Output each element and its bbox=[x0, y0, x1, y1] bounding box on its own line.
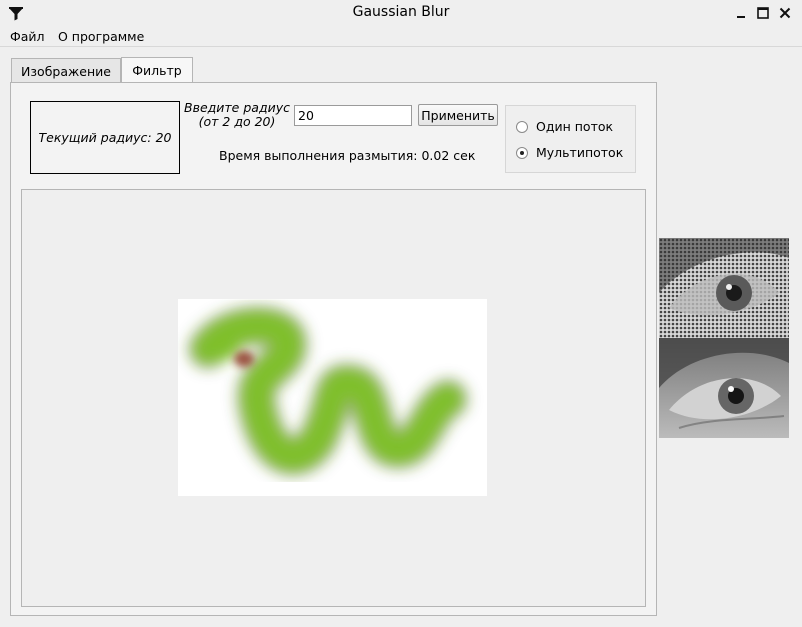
current-radius-label: Текущий радиус: 20 bbox=[38, 130, 172, 145]
radius-prompt-line1: Введите радиус bbox=[184, 100, 290, 115]
close-icon[interactable] bbox=[777, 5, 793, 21]
radius-prompt-line2: (от 2 до 20) bbox=[198, 114, 276, 129]
apply-button[interactable]: Применить bbox=[418, 104, 498, 126]
tab-filter[interactable]: Фильтр bbox=[121, 57, 193, 83]
radio-multi-thread-indicator bbox=[516, 146, 528, 159]
radio-single-thread-indicator bbox=[516, 120, 528, 133]
blur-time-label: Время выполнения размытия: 0.02 сек bbox=[219, 148, 476, 163]
maximize-icon[interactable] bbox=[755, 5, 771, 21]
radio-multi-thread-label: Мультипоток bbox=[536, 145, 624, 160]
current-radius-box: Текущий радиус: 20 bbox=[30, 101, 180, 174]
thumbnail-eye-photo bbox=[659, 338, 789, 438]
radio-multi-thread[interactable]: Мультипоток bbox=[516, 145, 623, 160]
thumbnail-eye-halftone bbox=[659, 238, 789, 338]
tab-image-label: Изображение bbox=[21, 64, 111, 79]
radio-single-thread[interactable]: Один поток bbox=[516, 119, 613, 134]
blurred-snake-image bbox=[178, 299, 487, 496]
title-bar: Gaussian Blur bbox=[0, 0, 802, 26]
menu-bar: Файл О программе bbox=[0, 27, 802, 47]
radius-input[interactable] bbox=[294, 105, 412, 126]
tab-image[interactable]: Изображение bbox=[11, 58, 121, 82]
menu-file[interactable]: Файл bbox=[10, 29, 45, 44]
thread-mode-group: Один поток Мультипоток bbox=[505, 105, 636, 173]
blurred-image bbox=[178, 299, 487, 496]
window-title: Gaussian Blur bbox=[352, 4, 450, 20]
tab-filter-label: Фильтр bbox=[132, 63, 182, 78]
minimize-icon[interactable] bbox=[733, 5, 749, 21]
radius-prompt: Введите радиус (от 2 до 20) bbox=[184, 101, 290, 129]
radio-single-thread-label: Один поток bbox=[536, 119, 614, 134]
eye-photo-image bbox=[659, 338, 789, 438]
eye-halftone-image bbox=[659, 238, 789, 338]
menu-about[interactable]: О программе bbox=[58, 29, 144, 44]
